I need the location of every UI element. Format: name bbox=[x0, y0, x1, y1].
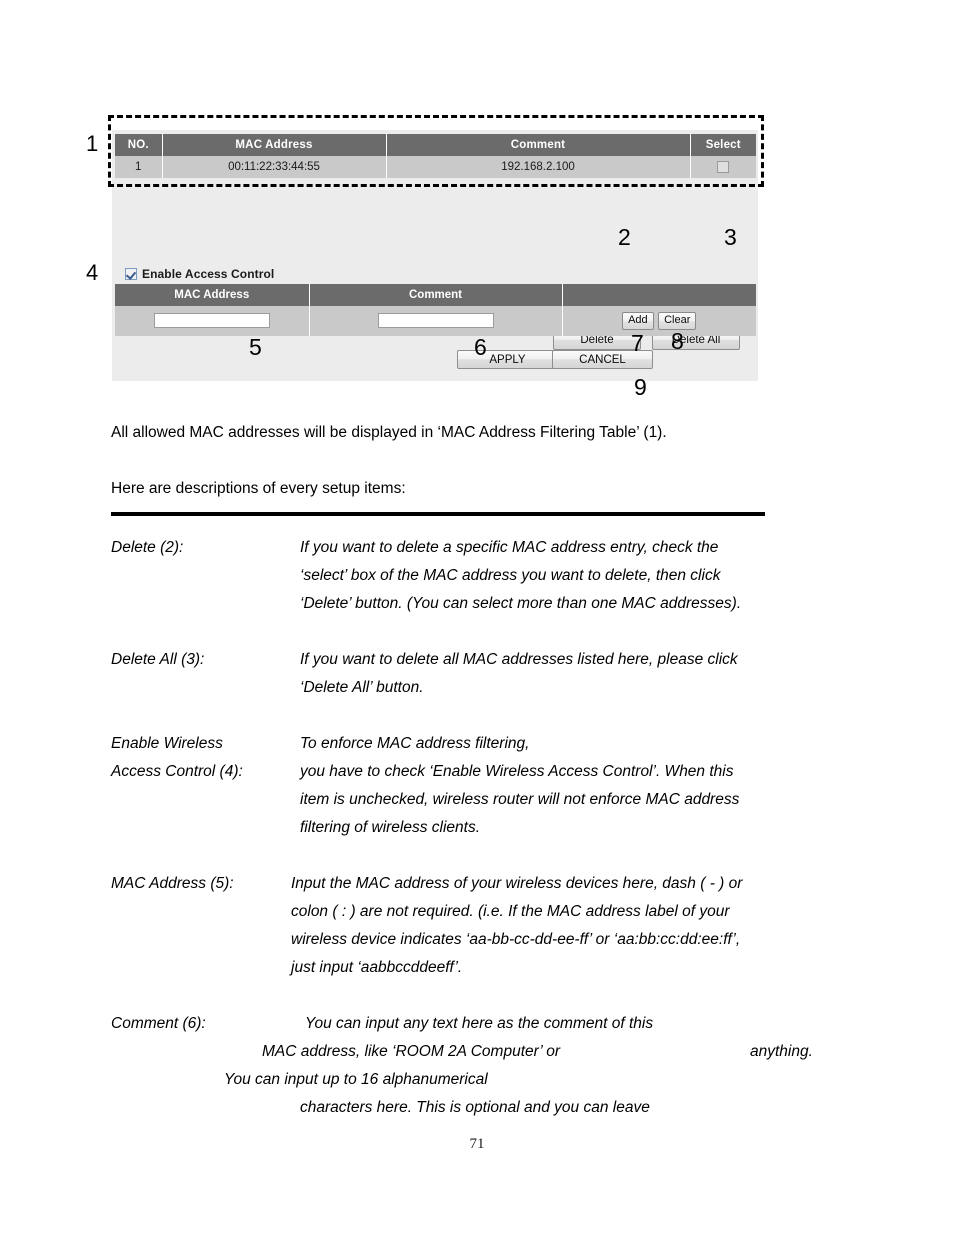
add-column-header-mac-address: MAC Address bbox=[115, 284, 310, 306]
callout-number-8: 8 bbox=[671, 328, 684, 354]
add-button[interactable]: Add bbox=[622, 311, 654, 330]
cell-no: 1 bbox=[115, 156, 163, 179]
cell-add-clear: Add Clear bbox=[562, 306, 756, 336]
desc-term-enable-wireless-1: Enable Wireless bbox=[111, 735, 223, 752]
desc-line: ‘Delete All’ button. bbox=[300, 679, 424, 696]
desc-line: If you want to delete a specific MAC add… bbox=[300, 539, 719, 556]
desc-line: ‘select’ box of the MAC address you want… bbox=[300, 567, 721, 584]
page-number: 71 bbox=[469, 1136, 485, 1152]
enable-access-control-label: Enable Access Control bbox=[142, 267, 275, 281]
desc-line: anything. bbox=[750, 1043, 813, 1060]
callout-number-6: 6 bbox=[474, 334, 487, 360]
horizontal-rule bbox=[111, 512, 765, 516]
callout-number-2: 2 bbox=[618, 224, 631, 250]
column-header-comment: Comment bbox=[386, 134, 691, 156]
table-row: 1 00:11:22:33:44:55 192.168.2.100 bbox=[115, 156, 756, 179]
cell-mac-address: 00:11:22:33:44:55 bbox=[162, 156, 387, 179]
callout-number-5: 5 bbox=[249, 334, 262, 360]
select-row-checkbox[interactable] bbox=[717, 161, 730, 173]
column-header-mac-address: MAC Address bbox=[162, 134, 387, 156]
enable-access-control-row[interactable]: Enable Access Control bbox=[125, 267, 274, 281]
mac-address-input[interactable] bbox=[153, 313, 270, 329]
add-table-input-row: Add Clear bbox=[115, 306, 756, 336]
callout-number-4: 4 bbox=[86, 260, 99, 285]
callout-number-1: 1 bbox=[86, 131, 99, 156]
add-column-header-actions bbox=[562, 284, 756, 306]
desc-line: item is unchecked, wireless router will … bbox=[300, 791, 740, 808]
desc-line: ‘Delete’ button. (You can select more th… bbox=[300, 595, 742, 612]
desc-line: To enforce MAC address filtering, bbox=[300, 735, 530, 752]
intro-paragraph-2: Here are descriptions of every setup ite… bbox=[111, 480, 406, 497]
desc-line: wireless device indicates ‘aa-bb-cc-dd-e… bbox=[291, 931, 741, 948]
add-table-header-row: MAC Address Comment bbox=[115, 284, 756, 306]
desc-line: If you want to delete all MAC addresses … bbox=[300, 651, 738, 668]
desc-line: you have to check ‘Enable Wireless Acces… bbox=[300, 763, 734, 780]
desc-term-comment: Comment (6): bbox=[111, 1015, 206, 1032]
desc-line: You can input up to 16 alphanumerical bbox=[224, 1071, 488, 1088]
desc-line: filtering of wireless clients. bbox=[300, 819, 481, 836]
desc-line: MAC address, like ‘ROOM 2A Computer’ or bbox=[262, 1043, 561, 1060]
desc-term-delete-all: Delete All (3): bbox=[111, 651, 205, 668]
enable-access-control-checkbox[interactable] bbox=[125, 268, 137, 280]
comment-input[interactable] bbox=[377, 313, 494, 329]
apply-button[interactable]: APPLY bbox=[457, 350, 558, 369]
intro-paragraph-1: All allowed MAC addresses will be displa… bbox=[111, 424, 667, 441]
callout-number-3: 3 bbox=[724, 224, 737, 250]
column-header-select: Select bbox=[690, 134, 756, 156]
desc-term-delete: Delete (2): bbox=[111, 539, 184, 556]
table-header-row: NO. MAC Address Comment Select bbox=[115, 134, 756, 156]
desc-line: You can input any text here as the comme… bbox=[305, 1015, 654, 1032]
add-mac-entry-table: MAC Address Comment Add Clear bbox=[115, 284, 756, 336]
router-ui-screenshot: NO. MAC Address Comment Select 1 00:11:2… bbox=[0, 0, 954, 405]
mac-address-filtering-table: NO. MAC Address Comment Select 1 00:11:2… bbox=[115, 134, 756, 179]
desc-line: colon ( : ) are not required. (i.e. If t… bbox=[291, 903, 730, 920]
callout-number-7: 7 bbox=[631, 330, 644, 356]
desc-line: just input ‘aabbccddeeff’. bbox=[291, 959, 463, 976]
callout-number-9: 9 bbox=[634, 374, 647, 400]
cell-comment: 192.168.2.100 bbox=[386, 156, 691, 179]
add-column-header-comment: Comment bbox=[309, 284, 563, 306]
desc-term-enable-wireless-2: Access Control (4): bbox=[111, 763, 243, 780]
cell-comment-input bbox=[309, 306, 563, 336]
desc-term-mac-address: MAC Address (5): bbox=[111, 875, 234, 892]
column-header-no: NO. bbox=[115, 134, 163, 156]
cell-select bbox=[690, 156, 756, 179]
ui-panel: NO. MAC Address Comment Select 1 00:11:2… bbox=[112, 130, 758, 381]
desc-line: Input the MAC address of your wireless d… bbox=[291, 875, 743, 892]
desc-line: characters here. This is optional and yo… bbox=[300, 1099, 650, 1116]
cell-mac-input bbox=[115, 306, 310, 336]
